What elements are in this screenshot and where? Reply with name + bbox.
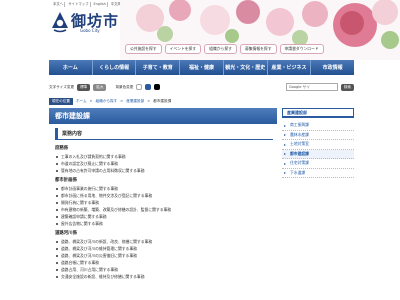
task-item: 道路占用、河川占用に関する事務: [55, 266, 277, 273]
task-item: 道路、橋梁及び河川の維持管理に関する事務: [55, 245, 277, 252]
quick-links: 公共施設を探す イベントを探す 組織から探す 募集情報を探す 申請書ダウンロード: [125, 44, 324, 54]
task-item: 建築確認申請に関する事務: [55, 213, 277, 220]
find-by-organization-button[interactable]: 組織から探す: [204, 44, 237, 54]
department-heading: 都市計画係: [55, 178, 77, 183]
breadcrumb-separator: >: [120, 99, 124, 103]
breadcrumb-separator: >: [147, 99, 151, 103]
find-events-button[interactable]: イベントを探す: [164, 44, 202, 54]
task-item: 道路台帳に関する事務: [55, 259, 277, 266]
side-nav-list: 商工振興課 農林水産課 土地対策室 都市建設課 住宅対策課 下水道課: [282, 121, 354, 178]
breadcrumb-current: 都市建設課: [153, 98, 172, 103]
gnav-living[interactable]: くらしの情報: [93, 60, 137, 75]
task-item: 都市計画事業の施行に関する事務: [55, 185, 277, 192]
gnav-home[interactable]: ホーム: [49, 60, 93, 75]
page-title: 都市建設課: [49, 108, 277, 124]
background-blue-button[interactable]: [145, 84, 152, 90]
gnav-welfare-health[interactable]: 福祉・健康: [180, 60, 224, 75]
breadcrumb-separator: >: [89, 99, 93, 103]
main-content: 都市建設課 業務内容 庶務係 工事の入札及び請負契約に関する事務 市道の認定及び…: [49, 108, 277, 300]
section-heading: 業務内容: [55, 128, 273, 140]
task-item: 道路、橋梁及び河川の災害復旧に関する事務: [55, 252, 277, 259]
gnav-tourism-culture[interactable]: 観光・文化・歴史: [224, 60, 268, 75]
accessibility-tools: 文字サイズ変更 標準 拡大 背景色変更 Google サイ 検索: [49, 82, 354, 92]
side-nav-item-commerce[interactable]: 商工振興課: [282, 121, 354, 131]
find-recruitment-button[interactable]: 募集情報を探す: [239, 44, 277, 54]
city-emblem-icon[interactable]: [51, 11, 69, 33]
breadcrumb: 現在の位置 ホーム > 組織から探す > 産業建設部 > 都市建設課: [49, 97, 354, 105]
breadcrumb-home-link[interactable]: ホーム: [76, 99, 87, 104]
skip-to-content-link[interactable]: 本文へ: [52, 2, 66, 7]
side-nav-item-agriculture[interactable]: 農林水産課: [282, 131, 354, 140]
background-black-button[interactable]: [154, 84, 161, 90]
global-navigation: ホーム くらしの情報 子育て・教育 福祉・健康 観光・文化・歴史 産業・ビジネス…: [49, 60, 354, 75]
search-button[interactable]: 検索: [340, 83, 354, 91]
text-size-standard-button[interactable]: 標準: [77, 83, 91, 91]
breadcrumb-department-link[interactable]: 産業建設部: [126, 99, 144, 104]
side-navigation: 産業建設部 商工振興課 農林水産課 土地対策室 都市建設課 住宅対策課 下水道課: [282, 108, 354, 300]
form-download-button[interactable]: 申請書ダウンロード: [279, 44, 324, 54]
background-color-label: 背景色変更: [115, 84, 134, 89]
task-item: 屋外広告物に関する事務: [55, 220, 277, 227]
task-item: 開発行為に関する事務: [55, 199, 277, 206]
department-heading: 庶務係: [55, 146, 69, 151]
department-heading: 道路河川係: [55, 231, 77, 236]
text-size-label: 文字サイズ変更: [49, 84, 75, 89]
task-list: 道路、橋梁及び河川の新設、改良、修繕に関する事務 道路、橋梁及び河川の維持管理に…: [55, 238, 277, 280]
breadcrumb-organization-link[interactable]: 組織から探す: [96, 99, 118, 104]
side-nav-item-sewerage[interactable]: 下水道課: [282, 169, 354, 178]
task-item: 工事の入札及び請負契約に関する事務: [55, 153, 277, 160]
side-nav-item-housing[interactable]: 住宅対策課: [282, 159, 354, 169]
task-item: 都市計画に係る用地、物件交渉及び登記に関する事務: [55, 192, 277, 199]
side-nav-item-land[interactable]: 土地対策室: [282, 140, 354, 150]
task-item: 道路、橋梁及び河川の新設、改良、修繕に関する事務: [55, 238, 277, 245]
gnav-childcare-education[interactable]: 子育て・教育: [136, 60, 181, 75]
site-subtitle: Gobo City: [80, 28, 100, 33]
task-item: 市道の認定及び廃止に関する事務: [55, 160, 277, 167]
background-white-button[interactable]: [136, 84, 143, 90]
english-link[interactable]: English: [93, 2, 108, 7]
task-list: 工事の入札及び請負契約に関する事務 市道の認定及び廃止に関する事務 管有地の占有…: [55, 153, 277, 174]
gnav-city-administration[interactable]: 市政情報: [311, 60, 354, 75]
sitemap-link[interactable]: サイトマップ: [67, 2, 91, 7]
task-item: 交通安全施設の新設、維持及び修繕に関する事務: [55, 273, 277, 280]
task-item: 市有建物の新築、増築、改築及び修繕の設計、監督に関する事務: [55, 206, 277, 213]
text-size-larger-button[interactable]: 拡大: [93, 83, 107, 91]
gnav-industry-business[interactable]: 産業・ビジネス: [268, 60, 312, 75]
content-body: 業務内容 庶務係 工事の入札及び請負契約に関する事務 市道の認定及び廃止に関する…: [49, 124, 277, 280]
site-header: 本文へ サイトマップ English 中文简体 中文繁體 한국어 御坊市 Gob…: [0, 0, 400, 60]
find-public-facilities-button[interactable]: 公共施設を探す: [125, 44, 162, 54]
task-list: 都市計画事業の施行に関する事務 都市計画に係る用地、物件交渉及び登記に関する事務…: [55, 185, 277, 227]
side-nav-item-urban-construction[interactable]: 都市建設課: [282, 149, 354, 159]
side-nav-heading[interactable]: 産業建設部: [282, 108, 354, 118]
breadcrumb-label: 現在の位置: [49, 97, 73, 105]
search-input[interactable]: Google サイ: [285, 83, 338, 91]
task-item: 管有地の占有許可申請の占用料徴収に関する事務: [55, 167, 277, 174]
